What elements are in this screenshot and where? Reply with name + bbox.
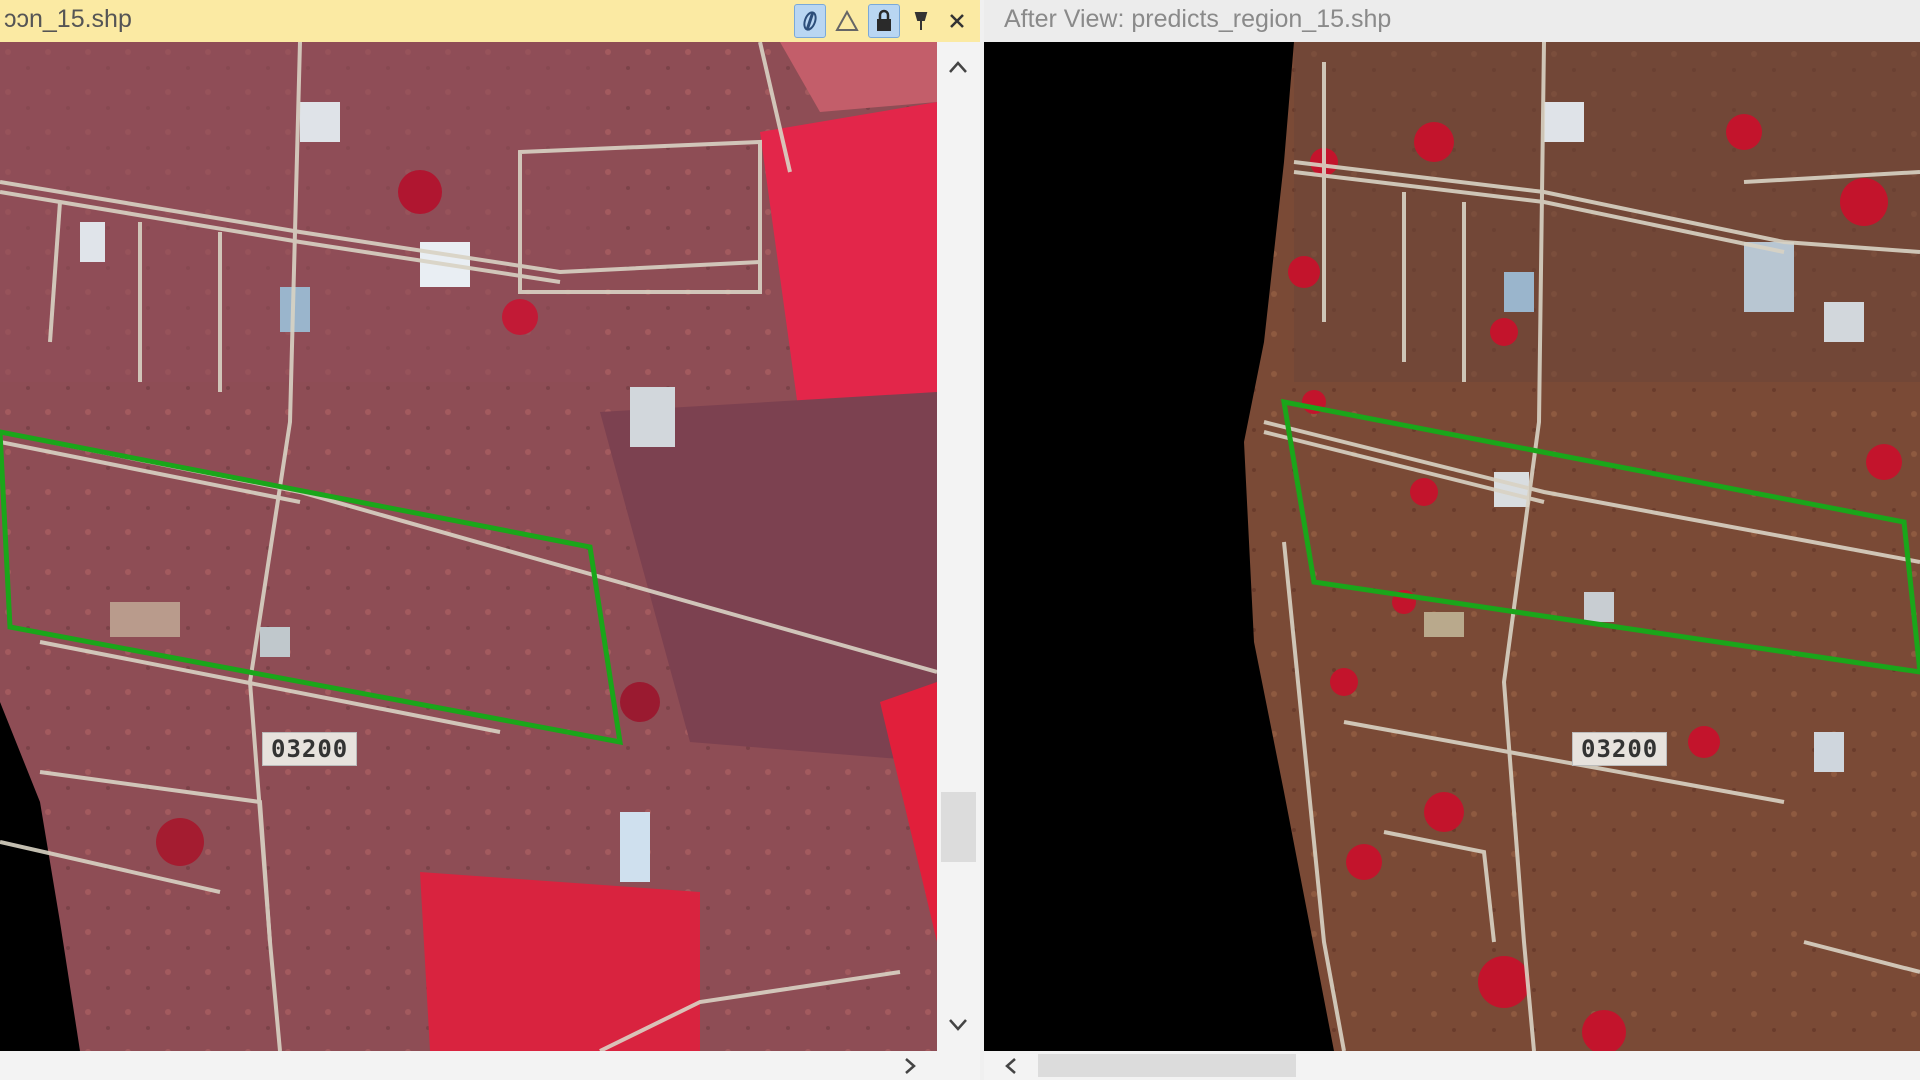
right-horizontal-scroll-thumb[interactable] [1038, 1054, 1296, 1077]
right-view-title: After View: predicts_region_15.shp [1004, 5, 1392, 33]
left-parcel-label: 03200 [262, 732, 358, 766]
right-map-canvas[interactable] [984, 42, 1920, 1051]
left-view-title: ɔɔn_15.shp [4, 5, 132, 33]
left-map-canvas[interactable] [0, 42, 937, 1051]
scroll-down-icon[interactable] [943, 1010, 973, 1040]
left-map-view: ɔɔn_15.shp 03200 [0, 0, 980, 1080]
right-view-title-bar: After View: predicts_region_15.shp [984, 0, 1920, 42]
left-view-title-bar: ɔɔn_15.shp [0, 0, 980, 42]
close-icon[interactable] [942, 5, 972, 37]
pin-icon[interactable] [906, 5, 936, 37]
right-map-view: After View: predicts_region_15.shp 03200 [984, 0, 1920, 1080]
lock-icon[interactable] [868, 4, 900, 38]
left-vertical-scrollbar[interactable] [937, 42, 980, 1051]
scroll-left-icon[interactable] [996, 1051, 1026, 1080]
right-parcel-label: 03200 [1572, 732, 1668, 766]
left-vertical-scroll-thumb[interactable] [941, 792, 976, 862]
warning-triangle-icon[interactable] [832, 5, 862, 37]
scroll-up-icon[interactable] [943, 52, 973, 82]
right-horizontal-scrollbar[interactable] [984, 1051, 1920, 1080]
link-icon[interactable] [794, 4, 826, 38]
left-horizontal-scrollbar[interactable] [0, 1051, 980, 1080]
left-view-toolbar [794, 4, 972, 38]
scroll-right-icon[interactable] [895, 1051, 925, 1080]
